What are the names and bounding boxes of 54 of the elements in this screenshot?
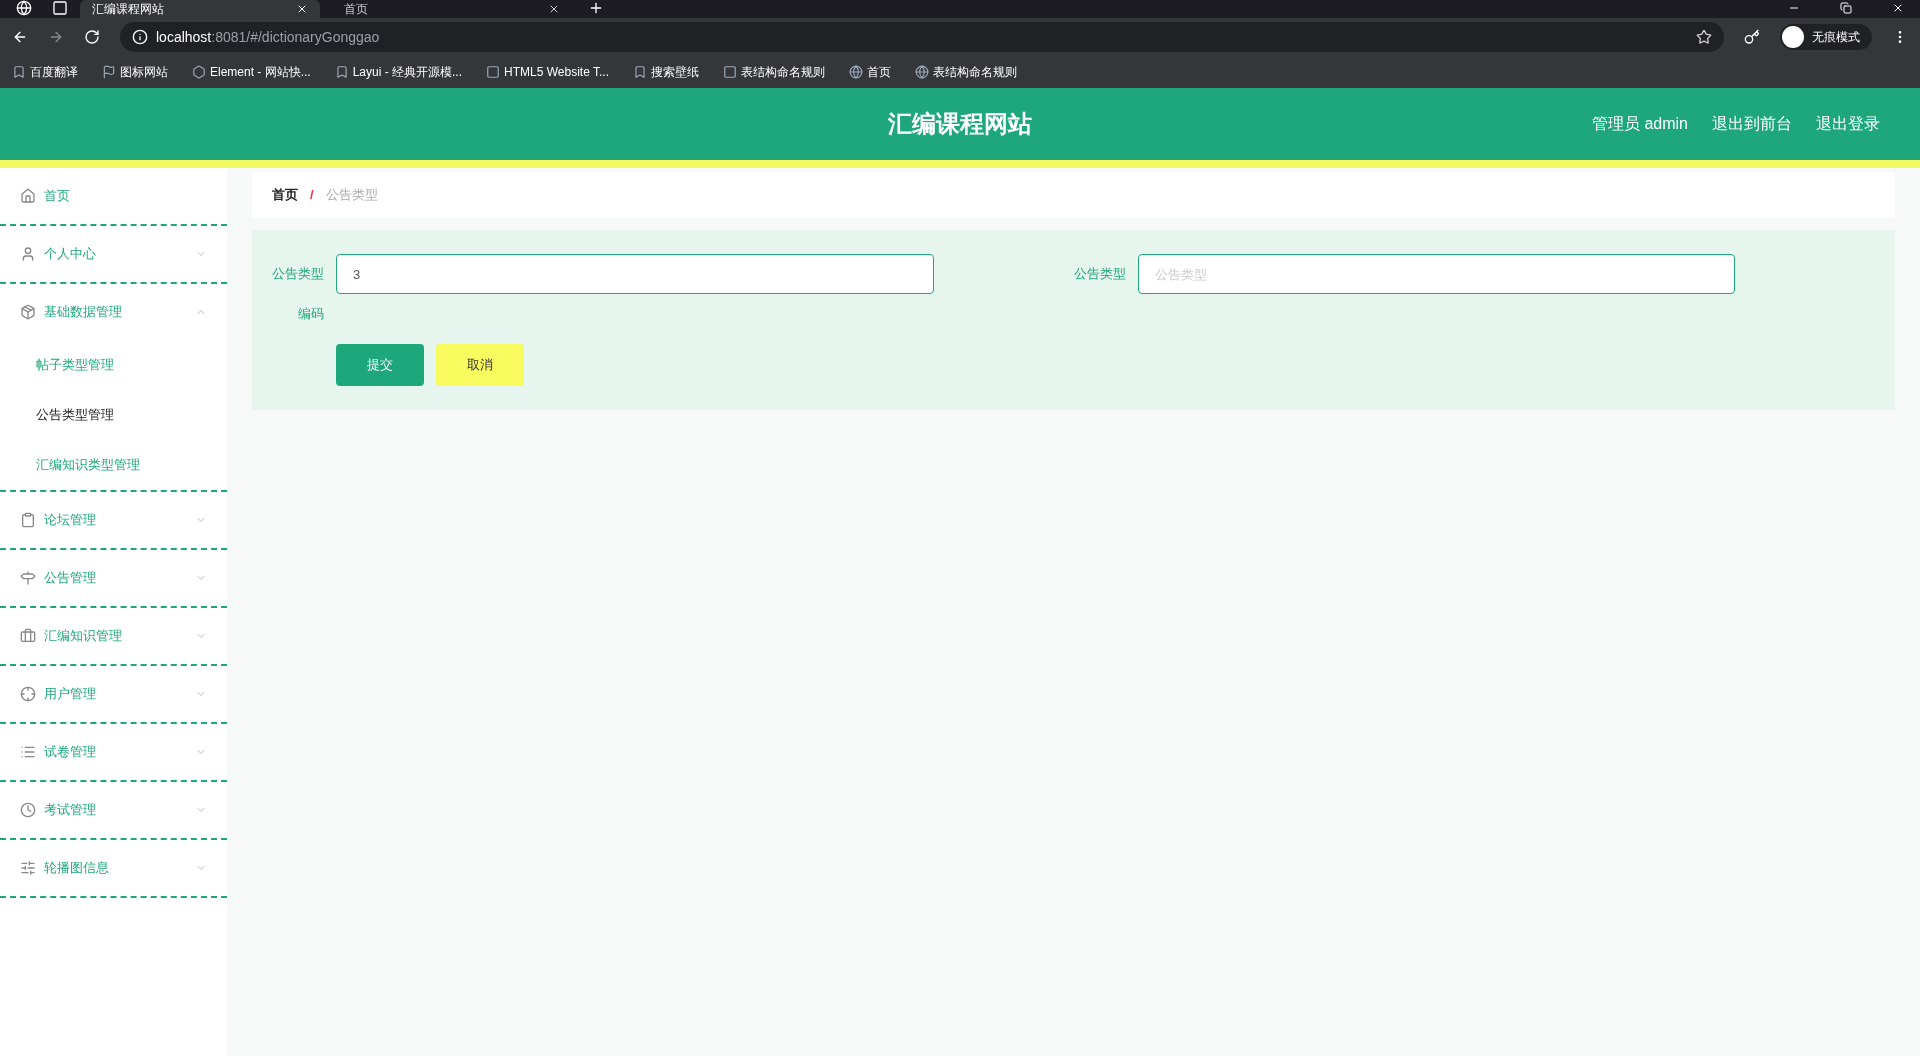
browser-tab[interactable]: 汇编课程网站: [80, 0, 320, 18]
bookmark[interactable]: 图标网站: [98, 63, 172, 81]
address-bar[interactable]: localhost:8081/#/dictionaryGonggao: [120, 22, 1724, 52]
bookmark-star-icon[interactable]: [1696, 29, 1712, 45]
globe-icon[interactable]: [16, 0, 32, 16]
site-title: 汇编课程网站: [888, 109, 1032, 139]
back-icon[interactable]: [12, 29, 28, 45]
breadcrumb-item[interactable]: 首页: [272, 185, 298, 205]
bookmark[interactable]: 表结构命名规则: [719, 63, 829, 81]
clock-icon: [20, 802, 36, 818]
close-icon[interactable]: [548, 3, 560, 15]
favicon-icon: [915, 65, 929, 79]
bookmark[interactable]: Layui - 经典开源模...: [330, 63, 467, 81]
signpost-icon: [20, 570, 36, 586]
close-icon[interactable]: [1892, 2, 1904, 14]
favicon-icon: [849, 65, 863, 79]
bookmark[interactable]: 百度翻译: [8, 63, 82, 81]
user-icon: [20, 246, 36, 262]
favicon-icon: [723, 65, 737, 79]
clipboard-icon: [20, 512, 36, 528]
incognito-icon: [1782, 26, 1804, 48]
favicon-icon: [12, 65, 26, 79]
breadcrumb-separator: /: [310, 186, 314, 205]
favicon-icon: [334, 65, 349, 79]
window-icon[interactable]: [52, 0, 68, 16]
favicon-icon: [633, 65, 647, 79]
close-icon[interactable]: [296, 3, 308, 15]
favicon-icon: [192, 65, 206, 79]
package-icon: [20, 304, 36, 320]
bookmark[interactable]: Element - 网站快...: [188, 63, 315, 81]
list-icon: [20, 744, 36, 760]
input-field[interactable]: 3: [336, 254, 934, 294]
sliders-icon: [20, 860, 36, 876]
breadcrumb-item: 公告类型: [325, 186, 378, 205]
restore-icon[interactable]: [1840, 2, 1852, 14]
key-icon[interactable]: [1744, 29, 1760, 45]
reload-icon[interactable]: [84, 29, 100, 45]
home-icon: [20, 188, 36, 204]
field-label: 公告类型编码: [272, 265, 324, 323]
submenu-item[interactable]: 公告类型管理: [36, 405, 114, 425]
info-icon[interactable]: [132, 29, 148, 45]
bookmark[interactable]: 表结构命名规则: [911, 63, 1021, 81]
briefcase-icon: [20, 628, 36, 644]
favicon-icon: [486, 65, 501, 79]
incognito-badge[interactable]: 无痕模式: [1780, 24, 1872, 50]
crosshair-icon: [20, 686, 36, 702]
forward-icon[interactable]: [48, 29, 64, 45]
new-tab-icon[interactable]: [588, 0, 604, 16]
cancel-button[interactable]: 取消: [436, 344, 524, 386]
field-label: 公告类型: [1073, 265, 1126, 283]
favicon-icon: [102, 65, 116, 79]
bookmark[interactable]: HTML5 Website T...: [482, 63, 613, 81]
bookmark[interactable]: 首页: [845, 63, 895, 81]
bookmark[interactable]: 搜索壁纸: [629, 63, 703, 81]
